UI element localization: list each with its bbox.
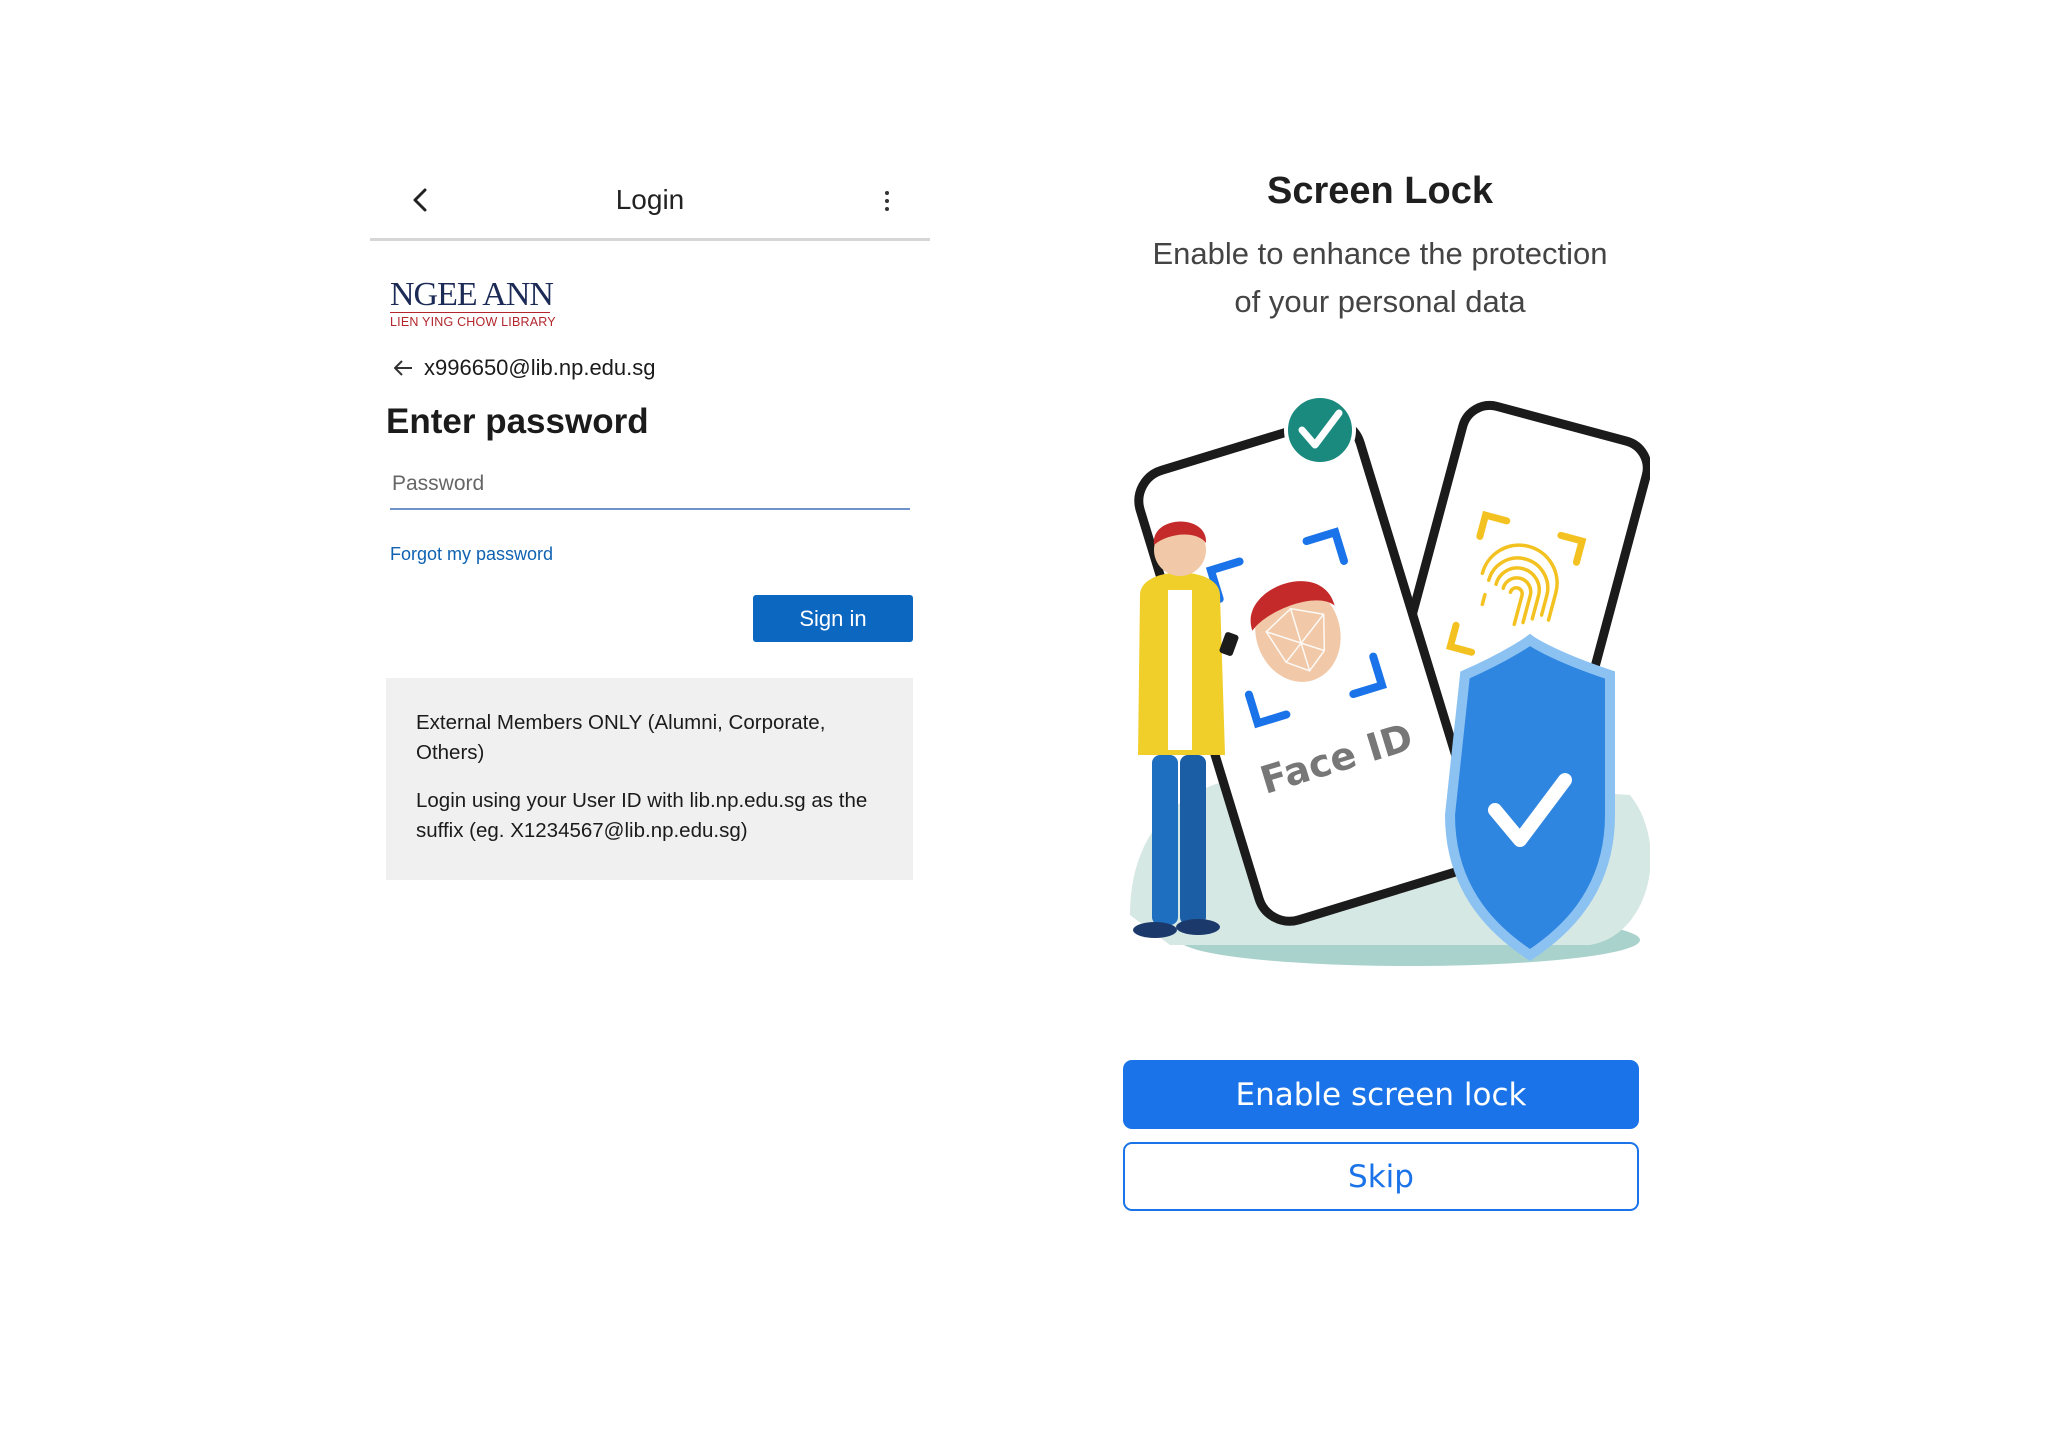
subtitle-line-1: Enable to enhance the protection bbox=[1152, 236, 1608, 271]
sign-in-button[interactable]: Sign in bbox=[753, 595, 913, 642]
password-input[interactable] bbox=[390, 460, 910, 510]
subtitle-line-2: of your personal data bbox=[1234, 284, 1526, 319]
account-identity[interactable]: x996650@lib.np.edu.sg bbox=[392, 352, 656, 384]
info-text-members: External Members ONLY (Alumni, Corporate… bbox=[416, 711, 826, 764]
back-arrow-icon[interactable] bbox=[392, 359, 414, 377]
forgot-password-link[interactable]: Forgot my password bbox=[390, 544, 553, 565]
enter-password-heading: Enter password bbox=[386, 402, 649, 441]
info-text-instructions: Login using your User ID with lib.np.edu… bbox=[416, 789, 868, 842]
enable-screen-lock-button[interactable]: Enable screen lock bbox=[1123, 1060, 1639, 1129]
screen-lock-subtitle: Enable to enhance the protection of your… bbox=[1110, 230, 1650, 326]
login-top-bar: Login bbox=[370, 160, 930, 241]
shield-check-icon bbox=[1444, 633, 1615, 962]
page-title: Login bbox=[615, 184, 685, 215]
library-logo: NGEE ANN LIEN YING CHOW LIBRARY bbox=[390, 278, 556, 329]
login-screen: Login NGEE ANN LIEN YING CHOW LIBRARY x9… bbox=[370, 160, 930, 900]
skip-button[interactable]: Skip bbox=[1123, 1142, 1639, 1211]
logo-subtitle: LIEN YING CHOW LIBRARY bbox=[390, 315, 556, 329]
more-vertical-icon[interactable] bbox=[880, 188, 894, 218]
info-box: External Members ONLY (Alumni, Corporate… bbox=[386, 678, 913, 880]
logo-brand: NGEE ANN bbox=[390, 276, 554, 313]
screen-lock-screen: Screen Lock Enable to enhance the protec… bbox=[1110, 160, 1650, 1220]
security-illustration: Face ID bbox=[1130, 394, 1650, 966]
account-email: x996650@lib.np.edu.sg bbox=[424, 355, 656, 380]
screen-lock-title: Screen Lock bbox=[1267, 170, 1493, 212]
checkmark-badge-icon bbox=[1284, 394, 1356, 466]
